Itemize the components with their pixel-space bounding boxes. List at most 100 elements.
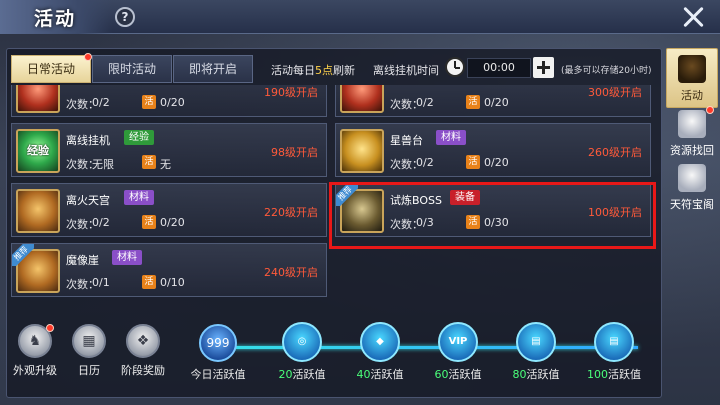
reward-tag: 材料 <box>436 130 466 145</box>
activity-icon <box>678 55 706 83</box>
activity-points-icon: 活 <box>466 215 480 229</box>
activity-points-value: 0/20 <box>484 156 509 169</box>
activity-card-offline[interactable]: 经验 离线挂机 经验 次数： 无限 活 无 98级开启 <box>11 123 327 177</box>
count-value: 0/2 <box>416 96 434 109</box>
activity-list[interactable]: 次数： 0/2 活 0/20 190级开启 次数： 0/2 活 0/20 300… <box>11 85 659 313</box>
activity-card[interactable]: 次数： 0/2 活 0/20 190级开启 <box>11 85 327 117</box>
scroll-book-icon: ▤ <box>594 322 634 362</box>
refresh-hour: 5点 <box>315 64 333 77</box>
reward-tag: 装备 <box>450 190 480 205</box>
close-icon[interactable] <box>680 4 706 30</box>
milestone-label: 100活跃值 <box>582 366 646 382</box>
sidebar-item-treasure-pavilion[interactable]: 天符宝阁 <box>666 158 718 218</box>
unlock-level: 300级开启 <box>588 86 642 99</box>
count-value: 0/2 <box>416 156 434 169</box>
notification-dot <box>84 53 92 61</box>
activity-points-value: 0/20 <box>160 96 185 109</box>
unlock-level: 240级开启 <box>264 266 318 279</box>
sidebar-item-resource-recover[interactable]: 资源找回 <box>666 104 718 164</box>
activity-points-icon: 活 <box>142 215 156 229</box>
activity-points-value: 0/20 <box>484 96 509 109</box>
refresh-prefix: 活动每日 <box>271 64 315 77</box>
milestone-text: 活跃值 <box>526 368 560 381</box>
vip-card-text: VIP <box>448 336 468 347</box>
button-label: 阶段奖励 <box>121 364 165 377</box>
today-activity-label: 今日活跃值 <box>190 368 246 381</box>
activity-points-icon: 活 <box>142 275 156 289</box>
activity-points-icon: 活 <box>142 155 156 169</box>
storage-note: (最多可以存储20小时) <box>561 66 652 76</box>
window-title: 活动 <box>34 8 77 30</box>
offline-time-label: 离线挂机时间 <box>373 64 439 77</box>
milestone-text: 活跃值 <box>292 368 326 381</box>
unlock-level: 100级开启 <box>588 206 642 219</box>
recommended-label: 推荐 <box>336 184 358 206</box>
activity-points-value: 0/20 <box>160 216 185 229</box>
milestone-reward[interactable]: ▤ 100活跃值 <box>582 322 646 382</box>
sidebar-item-label: 天符宝阁 <box>670 198 714 211</box>
activity-card-fire-palace[interactable]: 离火天宫 材料 次数： 0/2 活 0/20 220级开启 <box>11 183 327 237</box>
unlock-level: 190级开启 <box>264 86 318 99</box>
today-activity: 999 今日活跃值 <box>188 324 248 382</box>
scroll-book-icon: ▤ <box>516 322 556 362</box>
sidebar-item-label: 活动 <box>681 89 703 102</box>
coins-icon: ◎ <box>282 322 322 362</box>
unlock-level: 220级开启 <box>264 206 318 219</box>
milestone-reward[interactable]: VIP 60活跃值 <box>426 322 490 382</box>
title-bar: 活动 ? <box>0 0 720 34</box>
milestone-label: 20活跃值 <box>270 366 334 382</box>
count-value: 0/1 <box>92 276 110 289</box>
refresh-info: 活动每日5点刷新 <box>271 62 355 78</box>
milestone-reward[interactable]: ◆ 40活跃值 <box>348 322 412 382</box>
offline-time-value: 00:00 <box>467 58 531 78</box>
activity-card-boss-trial[interactable]: 推荐 试炼BOSS 装备 次数： 0/3 活 0/30 100级开启 <box>335 183 651 237</box>
tab-limited[interactable]: 限时活动 <box>92 55 172 83</box>
milestone-num: 60 <box>434 368 449 381</box>
green-gem-icon: ◆ <box>360 322 400 362</box>
unlock-level: 260级开启 <box>588 146 642 159</box>
activity-name: 魔像崖 <box>66 254 99 267</box>
activity-points-value: 无 <box>160 158 171 171</box>
today-activity-value: 999 <box>199 324 237 362</box>
red-relic-icon <box>340 85 384 113</box>
notification-dot <box>706 106 714 114</box>
resource-recover-icon <box>678 110 706 138</box>
count-value: 0/3 <box>416 216 434 229</box>
tab-upcoming[interactable]: 即将开启 <box>173 55 253 83</box>
recommended-label: 推荐 <box>12 244 34 266</box>
red-relic-icon <box>16 85 60 113</box>
reward-tag: 经验 <box>124 130 154 145</box>
activity-points-icon: 活 <box>142 95 156 109</box>
milestone-label: 40活跃值 <box>348 366 412 382</box>
add-time-button[interactable] <box>533 57 554 78</box>
activity-name: 星兽台 <box>390 134 423 147</box>
activity-name: 离火天宫 <box>66 194 110 207</box>
clock-icon <box>445 57 465 77</box>
calendar-button[interactable]: ▦ 日历 <box>64 324 114 394</box>
milestone-reward[interactable]: ◎ 20活跃值 <box>270 322 334 382</box>
button-label: 外观升级 <box>13 364 57 377</box>
tab-label: 限时活动 <box>107 62 156 76</box>
fire-palace-icon <box>16 189 60 233</box>
activity-card-star-beast[interactable]: 星兽台 材料 次数： 0/2 活 0/20 260级开启 <box>335 123 651 177</box>
tab-daily[interactable]: 日常活动 <box>11 53 92 83</box>
right-sidebar: 活动 资源找回 天符宝阁 <box>664 34 720 405</box>
count-value: 无限 <box>92 158 114 171</box>
stage-reward-button[interactable]: ❖ 阶段奖励 <box>118 324 168 394</box>
milestone-num: 80 <box>512 368 527 381</box>
activity-points-value: 0/30 <box>484 216 509 229</box>
tab-bar: 日常活动 限时活动 即将开启 <box>11 53 254 83</box>
milestone-label: 80活跃值 <box>504 366 568 382</box>
activity-card-golem-cliff[interactable]: 推荐 魔像崖 材料 次数： 0/1 活 0/10 240级开启 <box>11 243 327 297</box>
appearance-upgrade-button[interactable]: ♞ 外观升级 <box>10 324 60 394</box>
count-value: 0/2 <box>92 96 110 109</box>
tab-label: 日常活动 <box>26 62 75 76</box>
sidebar-item-activity[interactable]: 活动 <box>666 48 718 108</box>
help-button[interactable]: ? <box>115 7 135 27</box>
activity-card[interactable]: 次数： 0/2 活 0/20 300级开启 <box>335 85 651 117</box>
milestone-reward[interactable]: ▤ 80活跃值 <box>504 322 568 382</box>
milestone-num: 20 <box>278 368 293 381</box>
count-value: 0/2 <box>92 216 110 229</box>
milestone-text: 活跃值 <box>608 368 641 381</box>
button-label: 日历 <box>78 364 100 377</box>
